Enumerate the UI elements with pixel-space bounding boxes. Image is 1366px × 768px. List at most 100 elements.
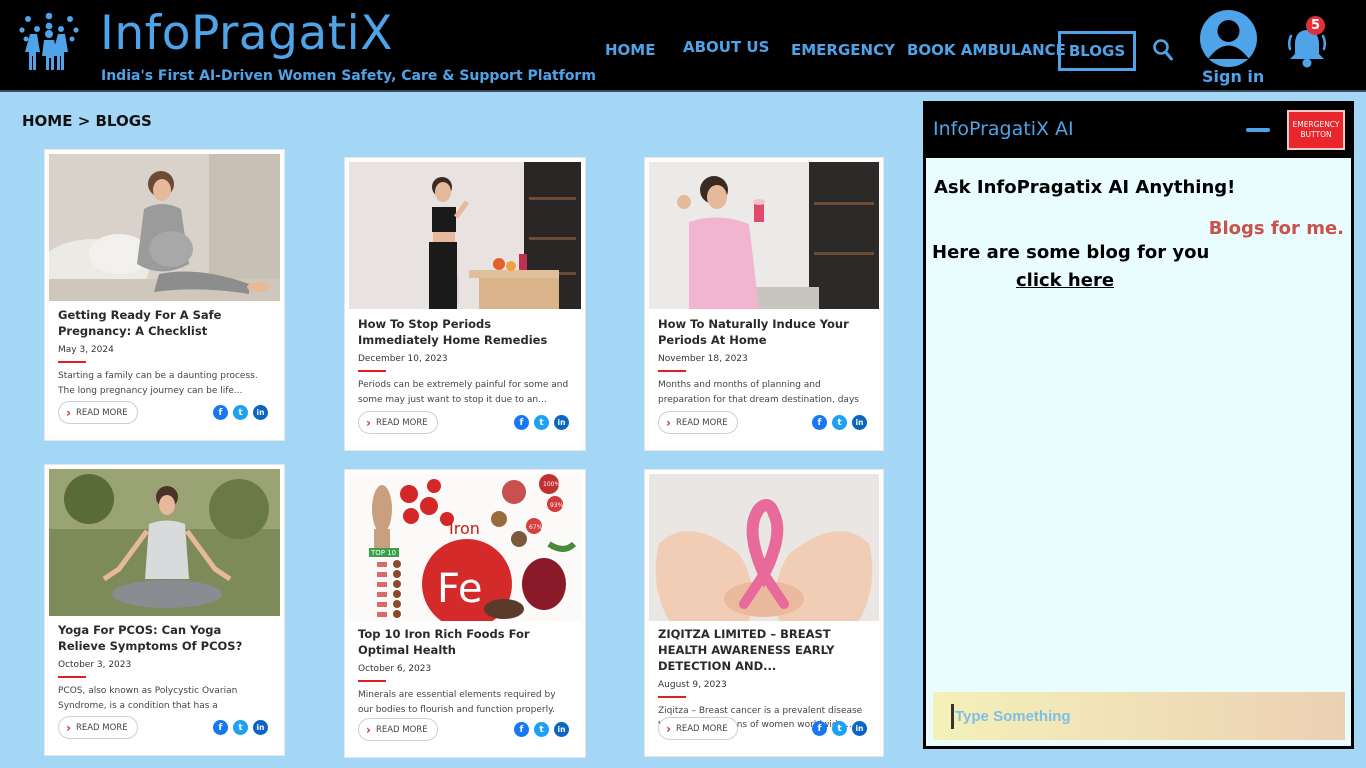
chevron-right-icon: › <box>666 415 671 430</box>
card-image <box>649 474 879 621</box>
ai-reply-message: Here are some blog for you <box>932 242 1210 263</box>
facebook-icon[interactable]: f <box>213 405 228 420</box>
card-image <box>349 162 581 309</box>
facebook-icon[interactable]: f <box>213 720 228 735</box>
site-header: InfoPragatiX India's First AI-Driven Wom… <box>0 0 1366 92</box>
read-more-label: READ MORE <box>75 722 128 733</box>
card-date: December 10, 2023 <box>358 353 448 364</box>
pct-67-text: 67% <box>529 524 543 531</box>
linkedin-icon[interactable]: in <box>253 720 268 735</box>
card-date: October 6, 2023 <box>358 663 432 674</box>
card-title[interactable]: Top 10 Iron Rich Foods For Optimal Healt… <box>358 627 572 659</box>
card-excerpt: Months and months of planning and prepar… <box>658 379 859 405</box>
read-more-button[interactable]: › READ MORE <box>358 411 438 434</box>
blog-card[interactable]: How To Naturally Induce Your Periods At … <box>645 158 883 450</box>
linkedin-icon[interactable]: in <box>852 415 867 430</box>
facebook-icon[interactable]: f <box>812 415 827 430</box>
social-share: f t in <box>812 415 867 430</box>
card-date: May 3, 2024 <box>58 344 114 355</box>
ai-chat-header: InfoPragatiX AI EMERGENCY BUTTON <box>926 104 1351 158</box>
facebook-icon[interactable]: f <box>514 722 529 737</box>
card-title[interactable]: Yoga For PCOS: Can Yoga Relieve Symptoms… <box>58 623 271 655</box>
nav-home[interactable]: HOME <box>605 41 655 59</box>
card-title[interactable]: ZIQITZA LIMITED – BREAST HEALTH AWARENES… <box>658 627 870 675</box>
card-date: October 3, 2023 <box>58 659 132 670</box>
chevron-right-icon: › <box>666 721 671 736</box>
minimize-icon[interactable] <box>1246 128 1270 132</box>
read-more-button[interactable]: › READ MORE <box>658 411 738 434</box>
read-more-label: READ MORE <box>675 723 728 734</box>
user-icon <box>1208 20 1249 59</box>
card-excerpt: Starting a family can be a daunting proc… <box>58 370 258 396</box>
card-divider <box>358 679 386 682</box>
breadcrumb: HOME > BLOGS <box>22 112 152 130</box>
read-more-button[interactable]: › READ MORE <box>58 401 138 424</box>
brand-tagline: India's First AI-Driven Women Safety, Ca… <box>101 68 596 84</box>
card-title[interactable]: Getting Ready For A Safe Pregnancy: A Ch… <box>58 308 271 340</box>
card-image: Iron Fe TOP 10 100% 93% 67% <box>349 474 581 621</box>
twitter-icon[interactable]: t <box>233 720 248 735</box>
social-share: f t in <box>213 405 268 420</box>
nav-book-ambulance[interactable]: BOOK AMBULANCE <box>907 41 1066 59</box>
top10-text: TOP 10 <box>370 549 396 557</box>
linkedin-icon[interactable]: in <box>852 721 867 736</box>
fe-symbol-text: Fe <box>437 566 482 612</box>
ai-reply-link[interactable]: click here <box>1016 270 1114 291</box>
women-group-icon <box>19 12 79 70</box>
facebook-icon[interactable]: f <box>514 415 529 430</box>
card-excerpt: Minerals are essential elements required… <box>358 689 556 715</box>
read-more-label: READ MORE <box>375 417 428 428</box>
iron-word-text: Iron <box>449 519 480 538</box>
chat-input-container <box>933 692 1345 740</box>
card-image <box>649 162 879 309</box>
blog-card[interactable]: How To Stop Periods Immediately Home Rem… <box>345 158 585 450</box>
emergency-button[interactable]: EMERGENCY BUTTON <box>1287 110 1345 150</box>
text-caret <box>951 704 954 729</box>
chevron-right-icon: › <box>366 722 371 737</box>
social-share: f t in <box>514 722 569 737</box>
search-icon[interactable] <box>1152 38 1174 62</box>
read-more-label: READ MORE <box>375 724 428 735</box>
notification-badge: 5 <box>1306 16 1325 35</box>
card-divider <box>58 360 86 363</box>
ai-chat-title: InfoPragatiX AI <box>933 118 1074 140</box>
card-date: November 18, 2023 <box>658 353 748 364</box>
nav-about[interactable]: ABOUT US <box>683 38 769 56</box>
linkedin-icon[interactable]: in <box>554 415 569 430</box>
read-more-button[interactable]: › READ MORE <box>358 718 438 741</box>
read-more-button[interactable]: › READ MORE <box>658 717 738 740</box>
twitter-icon[interactable]: t <box>534 415 549 430</box>
card-image <box>49 469 280 616</box>
blog-card[interactable]: Getting Ready For A Safe Pregnancy: A Ch… <box>45 150 284 440</box>
card-title[interactable]: How To Naturally Induce Your Periods At … <box>658 317 870 349</box>
card-excerpt: PCOS, also known as Polycystic Ovarian S… <box>58 685 238 711</box>
linkedin-icon[interactable]: in <box>253 405 268 420</box>
card-divider <box>358 369 386 372</box>
facebook-icon[interactable]: f <box>812 721 827 736</box>
blog-card[interactable]: Yoga For PCOS: Can Yoga Relieve Symptoms… <box>45 465 284 755</box>
chat-input[interactable] <box>955 692 1335 740</box>
twitter-icon[interactable]: t <box>233 405 248 420</box>
read-more-label: READ MORE <box>675 417 728 428</box>
chevron-right-icon: › <box>366 415 371 430</box>
blog-card[interactable]: Iron Fe TOP 10 100% 93% 67% Top 10 Iron … <box>345 470 585 757</box>
twitter-icon[interactable]: t <box>534 722 549 737</box>
pct-100-text: 100% <box>543 481 560 488</box>
card-title[interactable]: How To Stop Periods Immediately Home Rem… <box>358 317 572 349</box>
nav-emergency[interactable]: EMERGENCY <box>791 41 895 59</box>
social-share: f t in <box>812 721 867 736</box>
read-more-button[interactable]: › READ MORE <box>58 716 138 739</box>
user-avatar[interactable] <box>1200 10 1257 67</box>
linkedin-icon[interactable]: in <box>554 722 569 737</box>
blog-card[interactable]: ZIQITZA LIMITED – BREAST HEALTH AWARENES… <box>645 470 883 756</box>
twitter-icon[interactable]: t <box>832 415 847 430</box>
chevron-right-icon: › <box>66 405 71 420</box>
twitter-icon[interactable]: t <box>832 721 847 736</box>
nav-blogs[interactable]: BLOGS <box>1058 31 1136 71</box>
ai-chat-heading: Ask InfoPragatix AI Anything! <box>934 177 1236 198</box>
card-divider <box>58 675 86 678</box>
sign-in-link[interactable]: Sign in <box>1202 67 1264 86</box>
brand-name[interactable]: InfoPragatiX <box>100 10 393 57</box>
user-message: Blogs for me. <box>1208 218 1344 239</box>
card-date: August 9, 2023 <box>658 679 727 690</box>
